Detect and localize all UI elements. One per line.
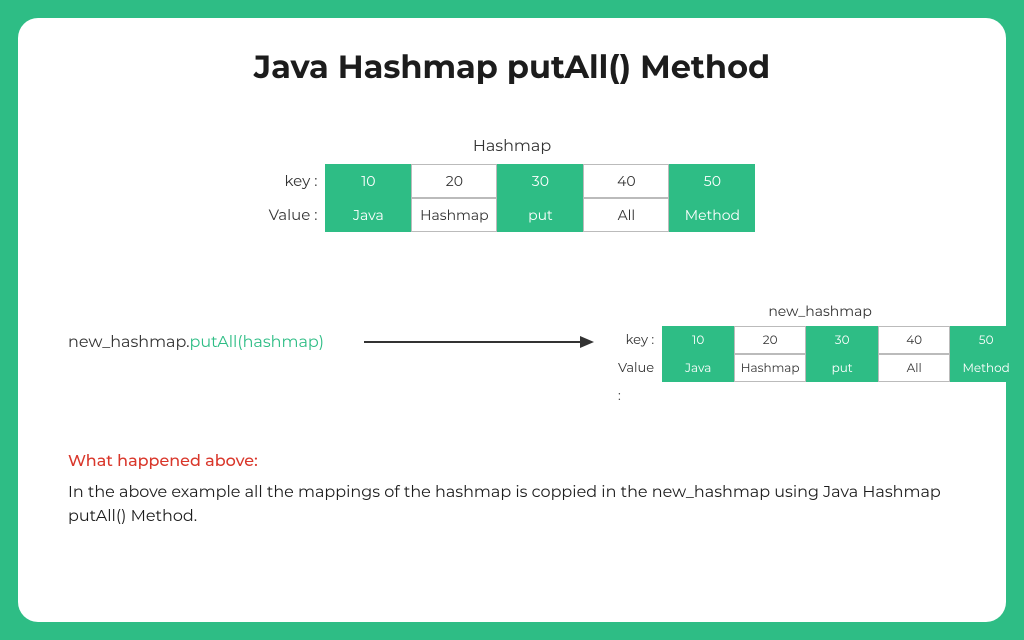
hashmap-section: Hashmap key : Value : 1020304050JavaHash…: [68, 137, 956, 232]
value-row-label: Value :: [269, 198, 318, 232]
key-cell: 50: [669, 164, 755, 198]
new-hashmap-label: new_hashmap: [768, 302, 872, 320]
hashmap-grid: 1020304050 JavaHashmapputAllMethod: [325, 164, 755, 232]
value-cell: Hashmap: [411, 198, 497, 232]
explanation: What happened above: In the above exampl…: [68, 452, 956, 529]
code-text: new_hashmap.putAll(hashmap): [68, 333, 324, 352]
value-cell: All: [583, 198, 669, 232]
value-cell: Java: [325, 198, 411, 232]
value-row-label: Value :: [618, 354, 654, 382]
hashmap-table: key : Value : 1020304050 JavaHashmapputAl…: [269, 164, 756, 232]
key-cell: 20: [734, 326, 806, 354]
key-cell: 30: [806, 326, 878, 354]
new-hashmap-row-labels: key : Value :: [618, 326, 654, 382]
key-row-label: key :: [626, 326, 654, 354]
new-hashmap-block: new_hashmap key : Value : 1020304050 Java…: [618, 302, 1022, 382]
hashmap-row-labels: key : Value :: [269, 164, 318, 232]
key-cell: 10: [662, 326, 734, 354]
value-cell: Hashmap: [734, 354, 806, 382]
new-hashmap-table: key : Value : 1020304050 JavaHashmapputAl…: [618, 326, 1022, 382]
value-cell: Java: [662, 354, 734, 382]
explain-subhead: What happened above:: [68, 452, 956, 471]
new-hashmap-grid: 1020304050 JavaHashmapputAllMethod: [662, 326, 1022, 382]
key-cell: 20: [411, 164, 497, 198]
key-cell: 30: [497, 164, 583, 198]
diagram-card: Java Hashmap putAll() Method Hashmap key…: [18, 18, 1006, 622]
code-fn: putAll(hashmap): [190, 333, 325, 352]
key-cell: 10: [325, 164, 411, 198]
value-cell: Method: [950, 354, 1022, 382]
value-cell: put: [806, 354, 878, 382]
putall-row: new_hashmap.putAll(hashmap) new_hashmap …: [68, 302, 956, 382]
value-cell: All: [878, 354, 950, 382]
arrow-icon: [364, 334, 594, 350]
key-cell: 40: [878, 326, 950, 354]
hashmap-label: Hashmap: [473, 137, 551, 156]
key-cell: 40: [583, 164, 669, 198]
key-cell: 50: [950, 326, 1022, 354]
page-title: Java Hashmap putAll() Method: [68, 48, 956, 87]
key-row-label: key :: [285, 164, 318, 198]
explain-body: In the above example all the mappings of…: [68, 481, 948, 529]
code-prefix: new_hashmap.: [68, 333, 190, 352]
value-cell: put: [497, 198, 583, 232]
value-cell: Method: [669, 198, 755, 232]
